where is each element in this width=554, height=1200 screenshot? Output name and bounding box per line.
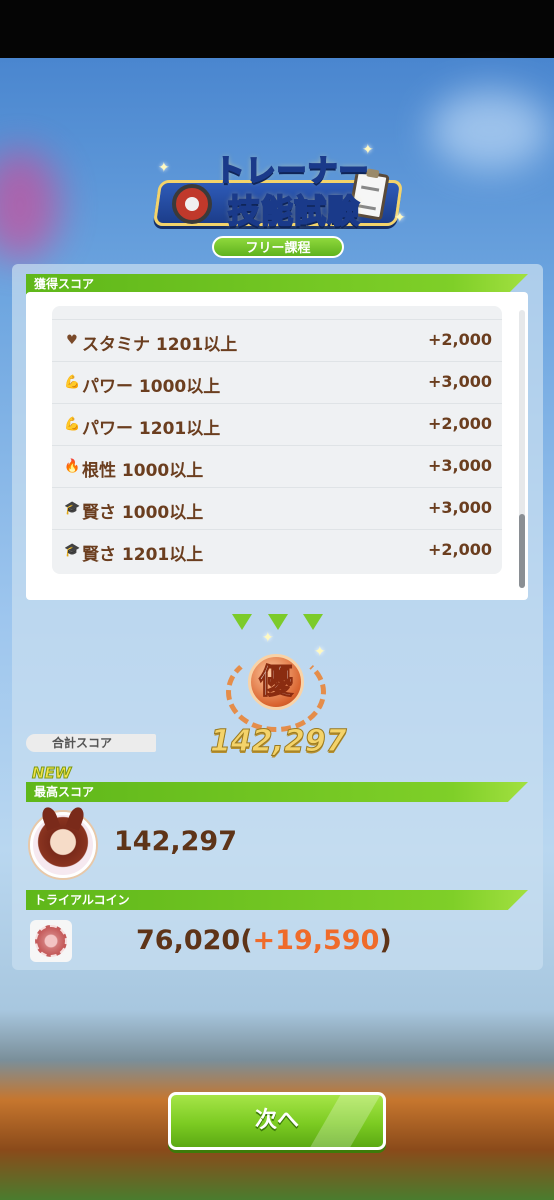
arrow-down-icon (268, 614, 288, 630)
best-score-section-bar (26, 782, 528, 802)
score-list[interactable]: ♥ スタミナ 1201以上 +2,000 💪 パワー 1000以上 +3,000… (52, 306, 502, 574)
row-points: +3,000 (427, 372, 492, 391)
arrow-down-icon (232, 614, 252, 630)
row-label: スタミナ 1201以上 (82, 335, 238, 355)
trial-coin-gain: +19,590 (252, 925, 380, 956)
arrow-down-icon (303, 614, 323, 630)
best-score-value: 142,297 (114, 826, 237, 857)
row-label: パワー 1000以上 (82, 377, 221, 397)
score-section-bar (26, 274, 528, 294)
sparkle-icon: ✦ (158, 160, 170, 176)
muscle-icon: 💪 (64, 417, 81, 432)
scrollbar-thumb[interactable] (519, 514, 525, 588)
trial-coin-amount: 76,020(+19,590) (136, 925, 392, 956)
heart-icon: ♥ (66, 333, 78, 348)
score-section-label: 獲得スコア (34, 277, 95, 291)
trial-coin-icon (30, 920, 72, 962)
exam-title-badge: トレーナー 技能試験 ✦ ✦ ✦ フリー課程 (150, 140, 406, 260)
status-bar (0, 0, 554, 58)
course-subtitle: フリー課程 (212, 236, 344, 258)
graduation-cap-icon: 🎓 (64, 543, 81, 558)
row-points: +2,000 (427, 330, 492, 349)
next-button[interactable]: 次へ (168, 1092, 386, 1150)
list-item: 💪 パワー 1201以上 +2,000 (52, 404, 502, 446)
sparkle-icon: ✦ (314, 644, 326, 660)
rank-grade: 優 (248, 654, 304, 710)
paren-close: ) (379, 925, 392, 956)
row-points: +3,000 (427, 498, 492, 517)
sparkle-icon: ✦ (362, 142, 374, 158)
row-label: 賢さ 1201以上 (82, 545, 204, 565)
list-item: ♥ スタミナ 1201以上 +2,000 (52, 320, 502, 362)
new-badge: NEW (31, 764, 72, 783)
trial-coin-label: トライアルコイン (34, 893, 130, 907)
muscle-icon: 💪 (64, 375, 81, 390)
row-label: パワー 1201以上 (82, 419, 221, 439)
trial-coin-total: 76,020 (136, 925, 241, 956)
background-cloud (430, 90, 550, 170)
best-score-label: 最高スコア (34, 785, 95, 799)
list-item: 💪 パワー 1000以上 +3,000 (52, 362, 502, 404)
list-item: 🎓 賢さ 1201以上 +2,000 (52, 530, 502, 572)
avatar (30, 812, 96, 878)
title-line-2: 技能試験 (227, 191, 360, 231)
graduation-cap-icon: 🎓 (64, 501, 81, 516)
row-points: +2,000 (427, 414, 492, 433)
button-shine (299, 1095, 383, 1147)
row-points: +2,000 (427, 540, 492, 559)
paren-open: ( (240, 925, 253, 956)
total-score-label: 合計スコア (26, 734, 156, 752)
sparkle-icon: ✦ (262, 630, 274, 646)
row-label: 根性 1000以上 (82, 461, 204, 481)
list-item-partial (52, 306, 502, 320)
background-blur (0, 150, 60, 260)
row-points: +3,000 (427, 456, 492, 475)
title-line-1: トレーナー (214, 153, 370, 190)
next-button-label: 次へ (254, 1108, 299, 1133)
sparkle-icon: ✦ (394, 210, 406, 226)
rank-emblem: 優 ✦ ✦ (222, 630, 330, 736)
list-item: 🔥 根性 1000以上 +3,000 (52, 446, 502, 488)
total-score-value: 142,297 (210, 724, 348, 760)
row-label: 賢さ 1000以上 (82, 503, 204, 523)
flame-icon: 🔥 (64, 459, 81, 474)
list-item: 🎓 賢さ 1000以上 +3,000 (52, 488, 502, 530)
